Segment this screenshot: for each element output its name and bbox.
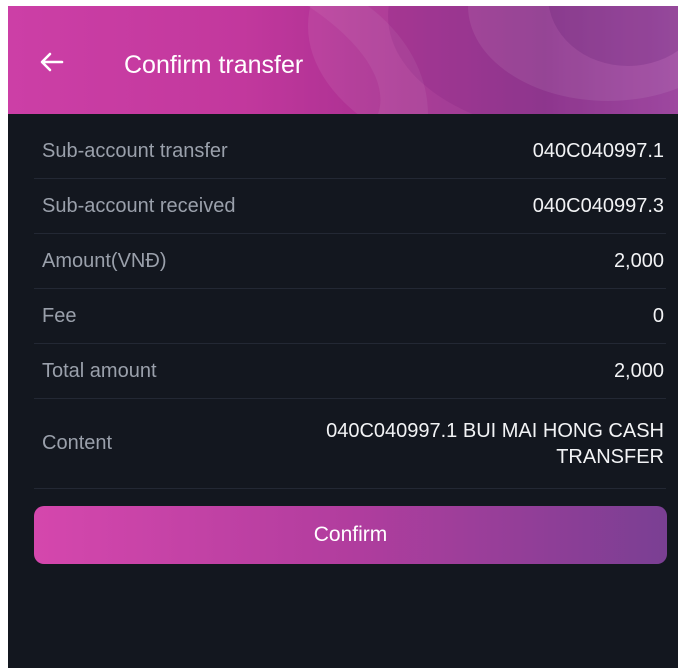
back-button[interactable]: [34, 44, 70, 80]
detail-value: 2,000: [613, 359, 664, 382]
detail-value: 040C040997.3: [532, 194, 664, 217]
detail-value: 0: [652, 304, 664, 327]
detail-row-content: Content 040C040997.1 BUI MAI HONG CASH T…: [34, 399, 666, 489]
header-wave-decoration: [308, 6, 678, 114]
detail-label: Sub-account received: [42, 194, 236, 217]
detail-row-total-amount: Total amount 2,000: [34, 344, 666, 399]
detail-label: Fee: [42, 304, 77, 327]
app-header: Confirm transfer: [8, 6, 678, 114]
transfer-details: Sub-account transfer 040C040997.1 Sub-ac…: [34, 124, 666, 489]
transfer-confirm-screen: Confirm transfer Sub-account transfer 04…: [8, 6, 678, 668]
detail-label: Total amount: [42, 359, 157, 382]
detail-label: Sub-account transfer: [42, 139, 228, 162]
detail-value: 2,000: [613, 249, 664, 272]
detail-row-amount: Amount(VNĐ) 2,000: [34, 234, 666, 289]
page-title: Confirm transfer: [124, 51, 304, 79]
detail-row-fee: Fee 0: [34, 289, 666, 344]
detail-value: 040C040997.1: [532, 139, 664, 162]
arrow-left-icon: [40, 52, 64, 72]
confirm-button[interactable]: Confirm: [34, 506, 667, 564]
detail-label: Amount(VNĐ): [42, 249, 167, 272]
detail-label: Content: [42, 432, 113, 454]
detail-row-sub-account-received: Sub-account received 040C040997.3: [34, 179, 666, 234]
detail-value: 040C040997.1 BUI MAI HONG CASH TRANSFER: [326, 419, 664, 468]
detail-row-sub-account-transfer: Sub-account transfer 040C040997.1: [34, 124, 666, 179]
